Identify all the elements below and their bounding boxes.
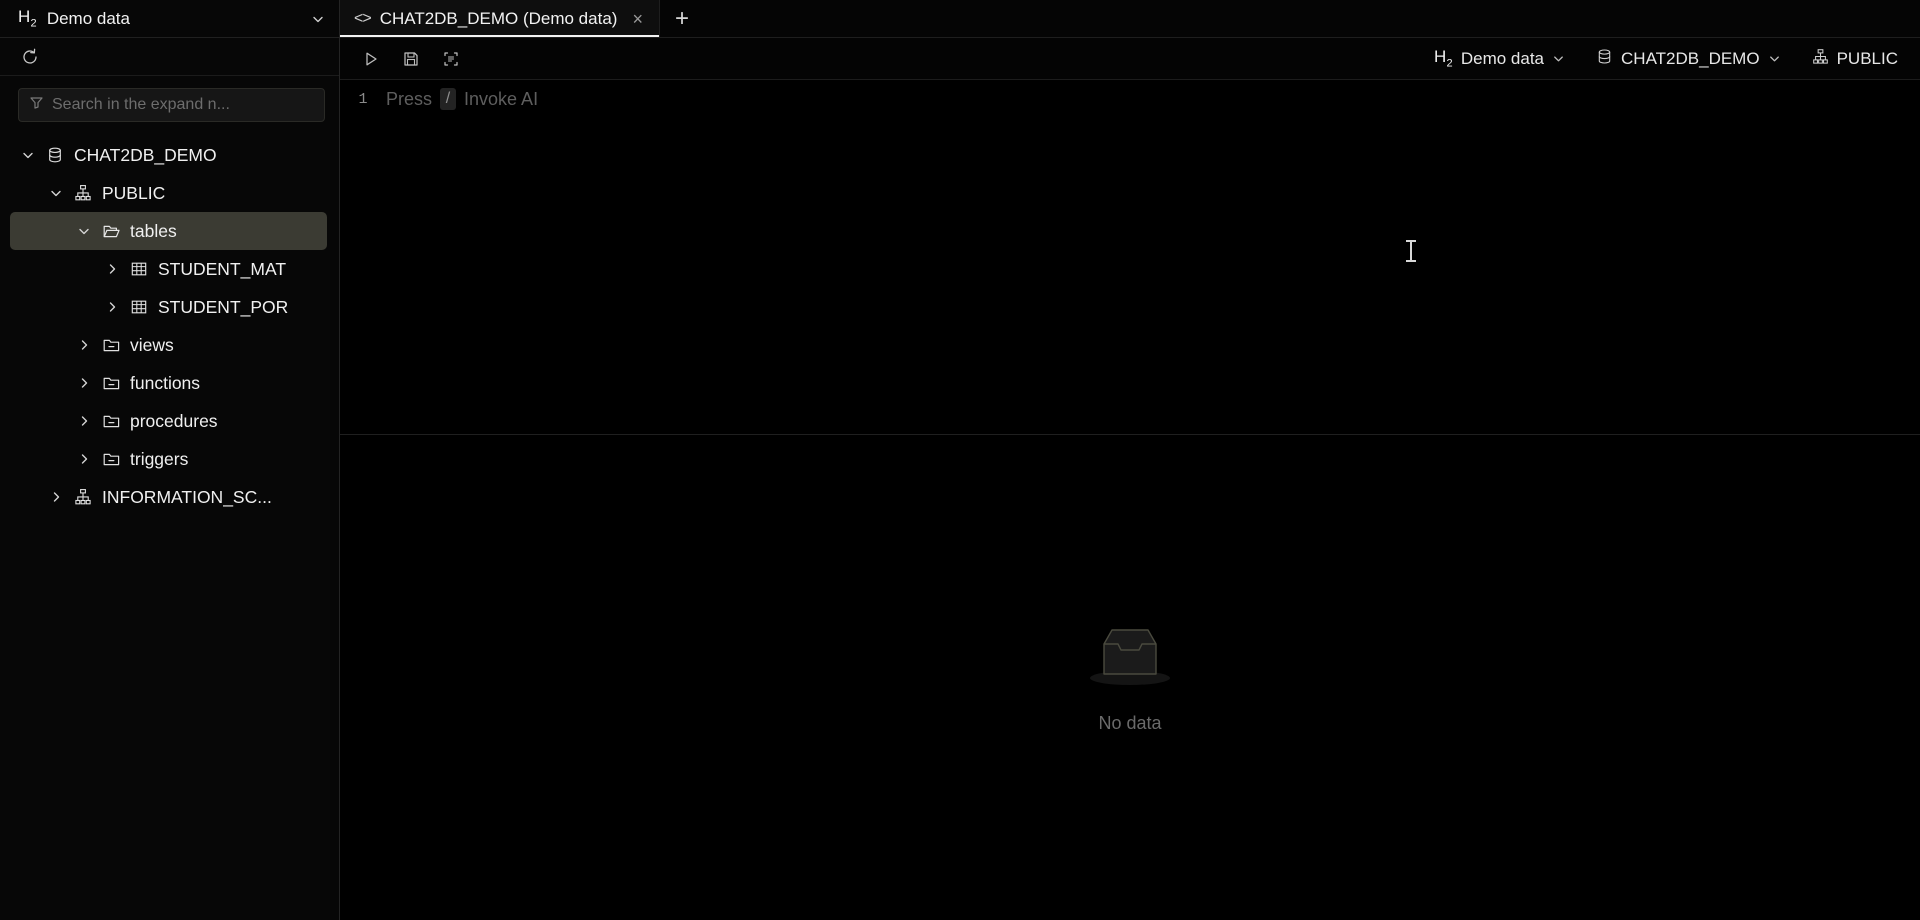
chevron-right-icon[interactable] bbox=[76, 337, 92, 353]
schema-icon bbox=[73, 183, 93, 203]
tree-item-label: procedures bbox=[130, 410, 218, 431]
connection-selector[interactable]: H2 Demo data bbox=[0, 0, 339, 38]
database-select[interactable]: CHAT2DB_DEMO bbox=[1584, 44, 1794, 74]
filter-icon bbox=[29, 95, 44, 115]
ai-hint-prefix: Press bbox=[386, 88, 433, 109]
tree-item-tables[interactable]: tables bbox=[10, 212, 327, 250]
tree-item-label: triggers bbox=[130, 448, 189, 469]
app-root: H2 Demo data CHAT2DB_DEMOPUBLICta bbox=[0, 0, 1920, 920]
chevron-right-icon[interactable] bbox=[104, 299, 120, 315]
tab-chat2db-demo[interactable]: <> CHAT2DB_DEMO (Demo data) × bbox=[340, 0, 660, 37]
schema-icon bbox=[73, 487, 93, 507]
chevron-down-icon[interactable] bbox=[76, 223, 92, 239]
close-icon[interactable]: × bbox=[632, 10, 643, 28]
sidebar-toolbar bbox=[0, 38, 339, 76]
tree-item-student-mat[interactable]: STUDENT_MAT bbox=[10, 250, 327, 288]
play-icon[interactable] bbox=[354, 44, 388, 74]
results-panel: No data bbox=[340, 435, 1920, 920]
tab-bar: <> CHAT2DB_DEMO (Demo data) × + bbox=[340, 0, 1920, 38]
tab-label: CHAT2DB_DEMO (Demo data) bbox=[379, 8, 618, 28]
tree-item-label: functions bbox=[130, 372, 201, 393]
connection-name: Demo data bbox=[46, 8, 130, 28]
chevron-down-icon[interactable] bbox=[48, 185, 64, 201]
folder-dash-icon bbox=[101, 335, 121, 355]
chevron-down-icon[interactable] bbox=[311, 12, 325, 26]
connection-select[interactable]: H2 Demo data bbox=[1422, 44, 1578, 74]
save-icon[interactable] bbox=[394, 44, 428, 74]
h2-icon: H2 bbox=[1434, 47, 1453, 70]
tree-item-label: STUDENT_MAT bbox=[158, 258, 287, 279]
code-icon: <> bbox=[354, 9, 372, 27]
database-tree: CHAT2DB_DEMO PUBLIC tables STUDENT_MAT STUDE… bbox=[0, 128, 339, 920]
tree-item-label: views bbox=[130, 334, 174, 355]
tree-item-student-por[interactable]: STUDENT_POR bbox=[10, 288, 327, 326]
tree-item-views[interactable]: views bbox=[10, 326, 327, 364]
schema-select[interactable]: PUBLIC bbox=[1800, 44, 1910, 74]
table-icon bbox=[129, 259, 149, 279]
tree-item-functions[interactable]: functions bbox=[10, 364, 327, 402]
ai-hint-suffix: Invoke AI bbox=[464, 88, 539, 109]
search-input[interactable] bbox=[52, 96, 314, 114]
ai-hint: Press / Invoke AI bbox=[386, 88, 538, 110]
chevron-down-icon[interactable] bbox=[20, 147, 36, 163]
tree-item-chat2db-demo[interactable]: CHAT2DB_DEMO bbox=[10, 136, 327, 174]
empty-state-label: No data bbox=[1098, 712, 1162, 733]
database-icon bbox=[45, 145, 65, 165]
chevron-right-icon[interactable] bbox=[76, 375, 92, 391]
line-number: 1 bbox=[358, 90, 368, 108]
tree-item-label: PUBLIC bbox=[102, 182, 166, 203]
folder-dash-icon bbox=[101, 411, 121, 431]
folder-dash-icon bbox=[101, 449, 121, 469]
tree-item-procedures[interactable]: procedures bbox=[10, 402, 327, 440]
table-icon bbox=[129, 297, 149, 317]
tree-item-triggers[interactable]: triggers bbox=[10, 440, 327, 478]
search-box[interactable] bbox=[18, 88, 325, 122]
chevron-right-icon[interactable] bbox=[104, 261, 120, 277]
chevron-down-icon bbox=[1552, 52, 1566, 66]
schema-select-label: PUBLIC bbox=[1836, 48, 1898, 68]
editor-line-1: 1 Press / Invoke AI bbox=[340, 80, 1920, 110]
format-sql-icon[interactable] bbox=[434, 44, 468, 74]
database-icon bbox=[1596, 48, 1613, 70]
empty-state: No data bbox=[1086, 622, 1174, 734]
schema-icon bbox=[1812, 48, 1829, 70]
editor-toolbar: H2 Demo data CHAT2DB_DEMO PUBLIC bbox=[340, 38, 1920, 80]
folder-open-icon bbox=[101, 221, 121, 241]
slash-key-badge: / bbox=[440, 88, 457, 110]
folder-dash-icon bbox=[101, 373, 121, 393]
inbox-icon bbox=[1086, 622, 1174, 697]
database-select-label: CHAT2DB_DEMO bbox=[1621, 48, 1760, 68]
chevron-right-icon[interactable] bbox=[76, 451, 92, 467]
tree-item-label: CHAT2DB_DEMO bbox=[74, 144, 217, 165]
chevron-down-icon bbox=[1768, 52, 1782, 66]
sidebar: H2 Demo data CHAT2DB_DEMOPUBLICta bbox=[0, 0, 340, 920]
refresh-icon[interactable] bbox=[18, 45, 42, 69]
tree-item-label: INFORMATION_SC... bbox=[102, 486, 272, 507]
connection-select-label: Demo data bbox=[1460, 48, 1545, 68]
sql-editor[interactable]: 1 Press / Invoke AI bbox=[340, 80, 1920, 435]
search-container bbox=[0, 76, 339, 128]
h2-engine-icon: H2 bbox=[18, 7, 37, 30]
text-cursor-icon bbox=[1406, 240, 1416, 262]
chevron-right-icon[interactable] bbox=[76, 413, 92, 429]
tree-item-label: tables bbox=[130, 220, 177, 241]
chevron-right-icon[interactable] bbox=[48, 489, 64, 505]
tree-item-label: STUDENT_POR bbox=[158, 296, 289, 317]
tree-item-information-sc[interactable]: INFORMATION_SC... bbox=[10, 478, 327, 516]
add-tab-button[interactable]: + bbox=[660, 0, 704, 37]
main-panel: <> CHAT2DB_DEMO (Demo data) × + H2 Demo … bbox=[340, 0, 1920, 920]
tree-item-public[interactable]: PUBLIC bbox=[10, 174, 327, 212]
